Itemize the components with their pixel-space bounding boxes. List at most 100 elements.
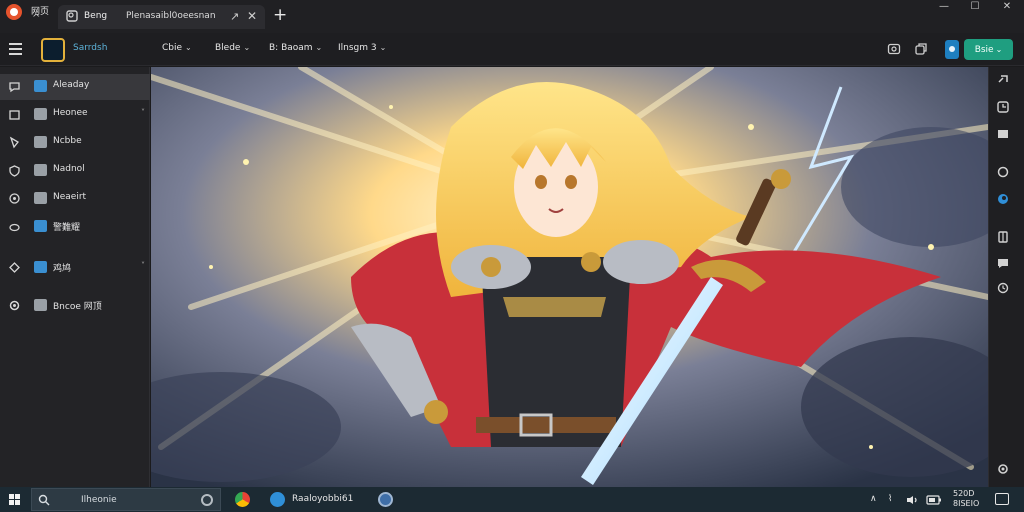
sidebar-item-label: Nadnol [53, 164, 85, 174]
search-icon [38, 494, 50, 506]
brand-name: Sarrdsh [73, 43, 108, 53]
chevron-down-icon: ⌄ [315, 43, 323, 52]
menu-item-4[interactable]: Ilnsgm 3 ⌄ [338, 43, 386, 53]
new-tab-button[interactable]: + [273, 5, 287, 25]
close-tab-icon[interactable]: ✕ [247, 9, 257, 23]
menu-item-2[interactable]: Blede ⌄ [215, 43, 250, 53]
tab-url: Plenasaibl0oeesnan [126, 11, 216, 21]
chat-bubble-icon[interactable] [996, 256, 1010, 270]
edge-icon[interactable] [996, 192, 1010, 206]
main-artwork [151, 67, 988, 487]
clock-date: 8ISEIO [953, 499, 980, 508]
menu-item-label: B: Baoam [269, 43, 313, 53]
circle-icon[interactable] [996, 165, 1010, 179]
hamburger-menu-icon[interactable] [9, 43, 22, 55]
message-icon[interactable] [996, 127, 1010, 141]
search-icon [66, 10, 78, 22]
network-icon[interactable]: ⌇ [888, 494, 892, 504]
menu-item-1[interactable]: Cbie ⌄ [162, 43, 192, 53]
sidebar-item-6[interactable]: 警難耀 [0, 214, 150, 240]
taskbar-search-text: Ilheonie [81, 495, 117, 505]
volume-icon[interactable] [906, 495, 920, 505]
settings-icon[interactable] [996, 462, 1010, 476]
menu-item-label: Blede [215, 43, 241, 53]
link-icon[interactable] [996, 73, 1010, 87]
right-rail [988, 67, 1024, 487]
pin-icon [9, 136, 19, 149]
toolbar: Sarrdsh Cbie ⌄ Blede ⌄ B: Baoam ⌄ Ilnsgm 3 ⌄… [0, 33, 1024, 66]
sidebar-item-5[interactable]: Neaeirt [0, 186, 150, 212]
sidebar-item-7[interactable]: 鸡鸠 ˅ [0, 255, 150, 281]
primary-action-button[interactable]: Bsie ⌄ [964, 39, 1013, 60]
chevron-down-icon[interactable]: ˅ [141, 108, 145, 117]
taskbar-app-label: Raaloyobbi61 [292, 494, 354, 504]
chrome-taskbar-icon[interactable] [235, 492, 250, 507]
app-tile-icon [34, 261, 47, 273]
history-icon[interactable] [996, 100, 1010, 114]
windows-start-icon[interactable] [9, 494, 21, 506]
sidebar-item-1[interactable]: Aleaday [0, 74, 150, 100]
sidebar: Aleaday Heonee ˅ Ncbbe Nadnol Neaeirt 警難耀鸡鸠 ˅ Bn… [0, 67, 150, 487]
chevron-down-icon[interactable]: ˅ [141, 261, 145, 270]
app-tile-icon [34, 164, 47, 176]
taskbar-search-box[interactable]: Ilheonie [31, 488, 221, 511]
app-tile-icon [34, 80, 47, 92]
sidebar-item-label: Heonee [53, 108, 88, 118]
sidebar-item-label: Aleaday [53, 80, 90, 90]
app-tile-icon [34, 192, 47, 204]
browser-taskbar-icon[interactable] [378, 492, 393, 507]
chevron-up-icon[interactable]: ∧ [870, 494, 877, 504]
app-tile-icon [34, 136, 47, 148]
mute-icon[interactable]: ↗ [230, 10, 239, 23]
shield-icon [9, 165, 20, 177]
sidebar-item-label: Neaeirt [53, 192, 87, 202]
sidebar-item-2[interactable]: Heonee ˅ [0, 102, 150, 128]
close-window-button[interactable]: ✕ [993, 0, 1021, 13]
chevron-down-icon: ⌄ [185, 43, 192, 52]
notification-icon[interactable] [995, 493, 1009, 505]
minimize-button[interactable]: — [930, 0, 958, 13]
sidebar-item-8[interactable]: Bncoe 网顶 [0, 293, 150, 319]
primary-action-label: Bsie [974, 45, 994, 55]
cloud-icon [9, 223, 20, 232]
chevron-down-icon: ⌄ [995, 45, 1003, 54]
app-logo-icon[interactable] [6, 4, 22, 20]
clock-time: 520D [953, 489, 975, 498]
target-icon [9, 193, 20, 204]
clock-icon[interactable] [996, 281, 1010, 295]
copy-icon[interactable] [914, 42, 928, 56]
taskbar: Ilheonie Raaloyobbi61 ∧ ⌇ 520D 8ISEIO [0, 487, 1024, 512]
app-tile-icon [34, 108, 47, 120]
app-tile-icon [34, 299, 47, 311]
menu-item-label: Cbie [162, 43, 183, 53]
title-bar: 网页 ^ Beng Plenasaibl0oeesnan ↗ ✕ + — ☐ ✕ [0, 0, 1024, 33]
cortana-icon[interactable] [201, 494, 213, 506]
sidebar-item-4[interactable]: Nadnol [0, 158, 150, 184]
menu-item-3[interactable]: B: Baoam ⌄ [269, 43, 322, 53]
sidebar-item-label: 警難耀 [53, 223, 81, 233]
sidebar-item-label: Ncbbe [53, 136, 82, 146]
anime-artwork-image [151, 67, 988, 487]
brand-logo-icon[interactable] [41, 38, 65, 62]
tab-title: Beng [84, 11, 108, 21]
sidebar-item-3[interactable]: Ncbbe [0, 130, 150, 156]
square-icon [9, 110, 20, 120]
tag-icon [9, 262, 20, 273]
battery-icon[interactable] [926, 495, 942, 505]
camera-icon[interactable] [887, 42, 901, 56]
sidebar-item-label: 鸡鸠 [53, 264, 72, 274]
app-tile-icon [34, 220, 47, 232]
taskbar-clock[interactable]: 520D 8ISEIO [953, 489, 979, 509]
book-icon[interactable] [996, 230, 1010, 244]
chat-icon [9, 82, 20, 93]
browser-tab[interactable]: Beng Plenasaibl0oeesnan ↗ ✕ [58, 5, 265, 29]
edge-taskbar-icon[interactable] [270, 492, 285, 507]
profile-button[interactable] [945, 40, 959, 59]
settings-icon [9, 300, 20, 311]
chevron-down-icon: ⌄ [243, 43, 251, 52]
menu-item-label: Ilnsgm 3 [338, 43, 377, 53]
chevron-down-icon: ⌄ [379, 43, 387, 52]
sidebar-item-label: Bncoe 网顶 [53, 302, 102, 312]
chevron-up-icon[interactable]: ^ [32, 13, 40, 24]
maximize-button[interactable]: ☐ [961, 0, 989, 13]
